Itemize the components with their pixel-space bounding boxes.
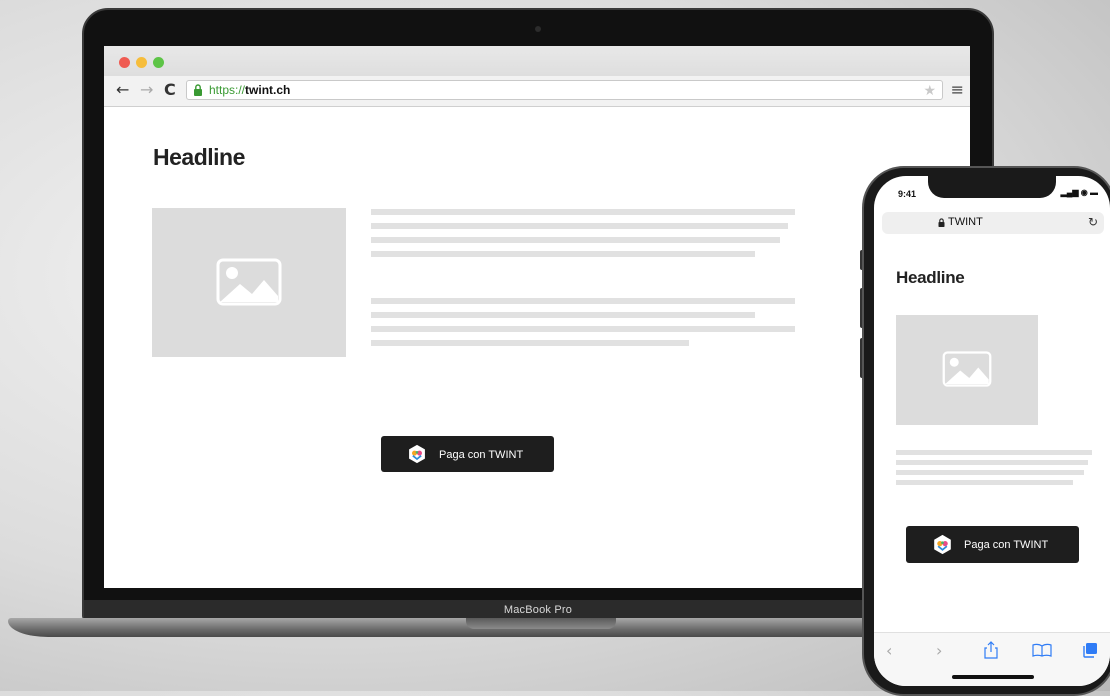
pay-with-twint-button[interactable]: Paga con TWINT	[381, 436, 554, 472]
image-placeholder	[152, 208, 346, 357]
share-icon[interactable]	[984, 641, 998, 659]
lock-icon	[194, 84, 202, 96]
back-chevron-icon[interactable]: ‹	[886, 641, 892, 660]
laptop-camera	[535, 26, 541, 32]
laptop-base-notch	[466, 618, 616, 629]
text-placeholder-line	[371, 298, 795, 304]
pay-button-label: Paga con TWINT	[439, 449, 524, 461]
back-arrow-icon[interactable]: ←	[116, 81, 129, 99]
tabs-icon[interactable]	[1082, 642, 1098, 658]
lock-icon	[938, 218, 945, 227]
browser-titlebar	[104, 46, 970, 76]
phone-url-text: TWINT	[948, 216, 983, 228]
window-maximize-button[interactable]	[153, 57, 164, 68]
window-minimize-button[interactable]	[136, 57, 147, 68]
text-placeholder-line	[896, 450, 1092, 455]
reload-icon[interactable]: C	[164, 81, 176, 99]
status-icons: ▂▄▆ ◉ ▬	[1060, 188, 1098, 197]
pay-with-twint-button[interactable]: Paga con TWINT	[906, 526, 1079, 563]
text-placeholder-line	[371, 340, 689, 346]
text-placeholder-line	[371, 312, 755, 318]
address-bar-url: https://twint.ch	[209, 83, 290, 97]
forward-arrow-icon[interactable]: →	[140, 81, 153, 99]
url-scheme: https://	[209, 83, 246, 97]
window-close-button[interactable]	[119, 57, 130, 68]
text-placeholder-line	[371, 251, 755, 257]
forward-chevron-icon[interactable]: ›	[936, 641, 942, 660]
twint-logo-icon	[409, 444, 425, 464]
status-time: 9:41	[898, 189, 917, 199]
twint-logo-icon	[934, 534, 951, 555]
text-placeholder-line	[371, 326, 795, 332]
address-bar[interactable]: https://twint.ch ★	[186, 80, 943, 100]
reload-icon[interactable]: ↻	[1088, 215, 1098, 229]
text-placeholder-line	[896, 470, 1084, 475]
page-headline: Headline	[896, 268, 965, 287]
url-host: twint.ch	[245, 83, 291, 97]
text-placeholder-line	[896, 480, 1073, 485]
text-placeholder-line	[371, 209, 795, 215]
phone-notch	[928, 176, 1056, 198]
bookmark-star-icon[interactable]: ★	[923, 82, 936, 99]
image-placeholder	[896, 315, 1038, 425]
text-placeholder-line	[371, 223, 788, 229]
bookmarks-icon[interactable]	[1032, 643, 1052, 657]
laptop-screen: ← → C https://twint.ch ★ ≡ Headline Paga…	[104, 46, 970, 588]
image-icon	[216, 258, 282, 306]
page-headline: Headline	[153, 144, 245, 170]
menu-icon[interactable]: ≡	[951, 82, 964, 98]
text-placeholder-line	[896, 460, 1088, 465]
phone-screen: 9:41 ▂▄▆ ◉ ▬ TWINT ↻ Headline Paga con T…	[874, 176, 1110, 686]
image-icon	[942, 351, 992, 387]
text-placeholder-line	[371, 237, 780, 243]
pay-button-label: Paga con TWINT	[964, 539, 1049, 551]
home-indicator	[952, 675, 1034, 679]
phone-address-bar[interactable]: TWINT ↻	[882, 212, 1104, 234]
browser-toolbar: ← → C https://twint.ch ★ ≡	[104, 76, 970, 107]
